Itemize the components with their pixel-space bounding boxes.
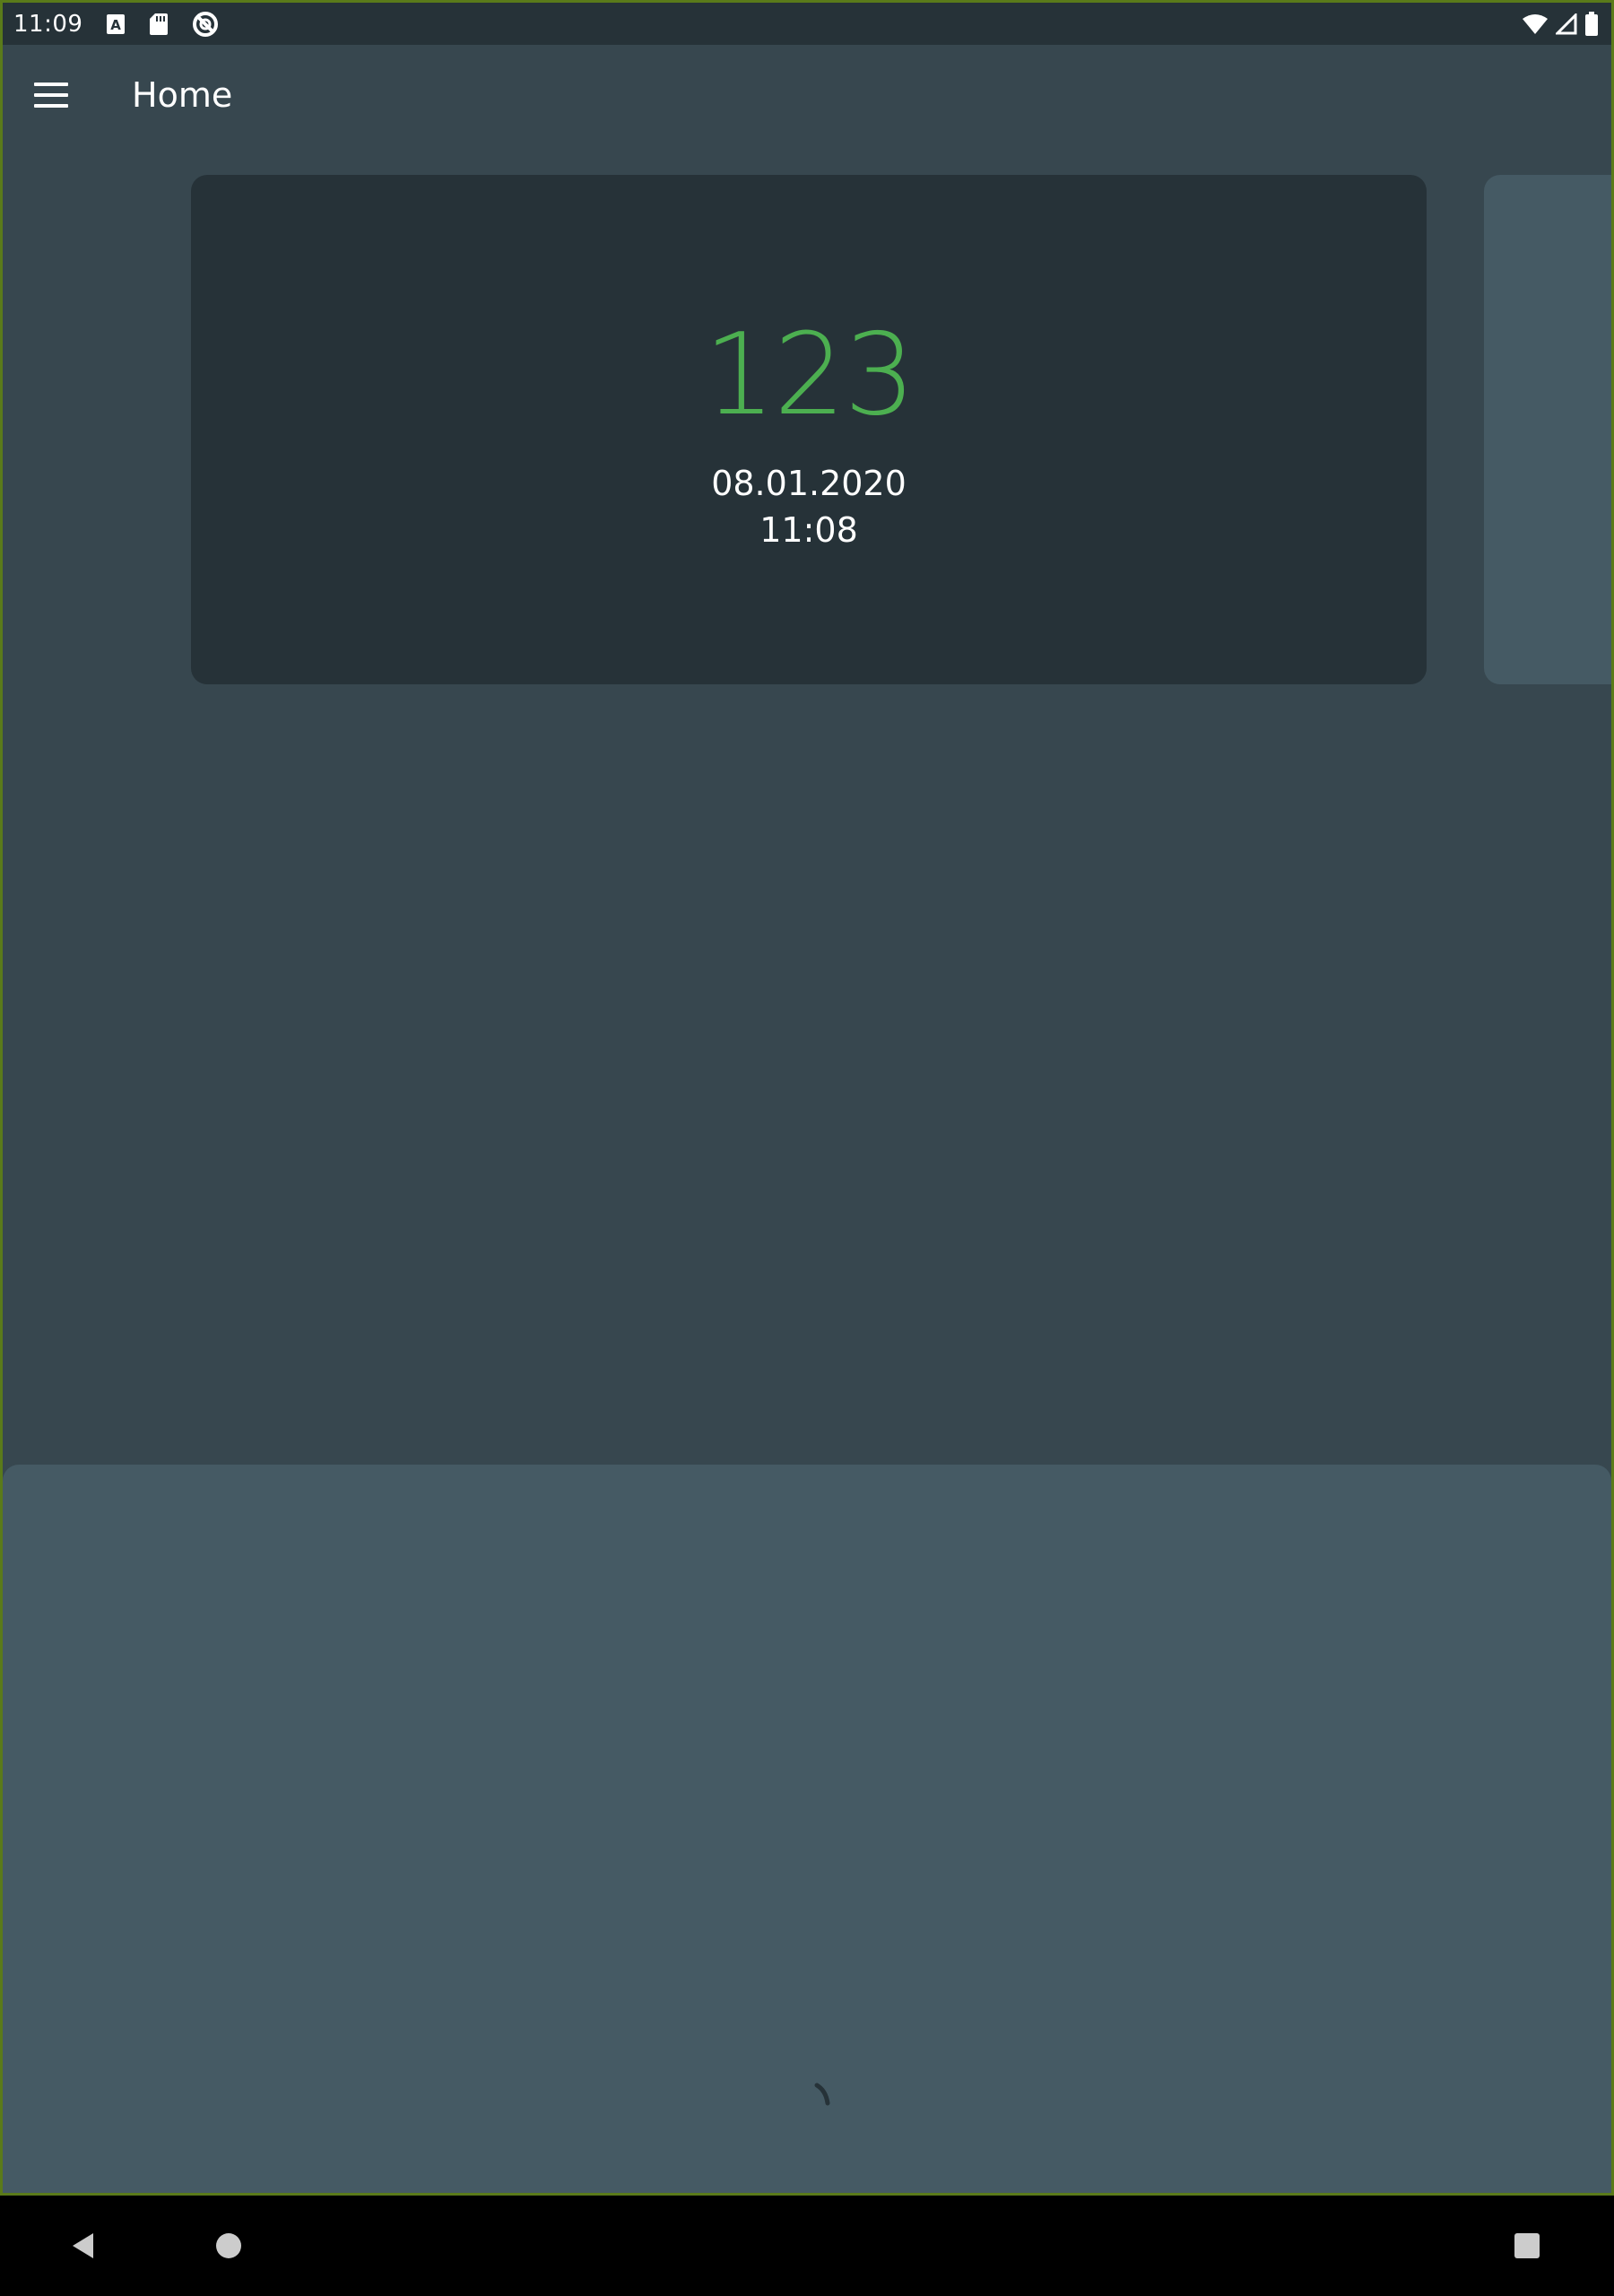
home-icon[interactable] bbox=[188, 2205, 269, 2286]
battery-icon bbox=[1584, 11, 1599, 37]
status-bar: 11:09 A bbox=[3, 3, 1611, 45]
svg-text:A: A bbox=[111, 17, 122, 33]
card-time: 11:08 bbox=[759, 509, 858, 550]
no-disturb-icon bbox=[192, 11, 219, 38]
cell-signal-icon bbox=[1556, 13, 1577, 35]
page-title: Home bbox=[132, 75, 233, 115]
card-value: 123 bbox=[703, 309, 915, 440]
sd-card-icon bbox=[149, 13, 169, 36]
recents-icon[interactable] bbox=[1487, 2205, 1567, 2286]
navigation-bar bbox=[0, 2196, 1614, 2296]
back-icon[interactable] bbox=[43, 2205, 124, 2286]
next-card-peek[interactable] bbox=[1484, 175, 1611, 684]
text-a-icon: A bbox=[106, 13, 126, 35]
bottom-sheet bbox=[3, 1465, 1611, 2193]
app-screen: 11:09 A Home 123 08.01.2020 11:08 bbox=[0, 0, 1614, 2196]
card-date: 08.01.2020 bbox=[711, 464, 907, 503]
status-time: 11:09 bbox=[13, 10, 83, 38]
status-left-icons: A bbox=[106, 11, 219, 38]
status-right-icons bbox=[1522, 3, 1599, 45]
loading-spinner-icon bbox=[814, 2083, 830, 2106]
app-bar: Home bbox=[3, 45, 1611, 145]
wifi-icon bbox=[1522, 13, 1549, 35]
hamburger-menu-icon[interactable] bbox=[3, 45, 100, 145]
value-card[interactable]: 123 08.01.2020 11:08 bbox=[191, 175, 1427, 684]
